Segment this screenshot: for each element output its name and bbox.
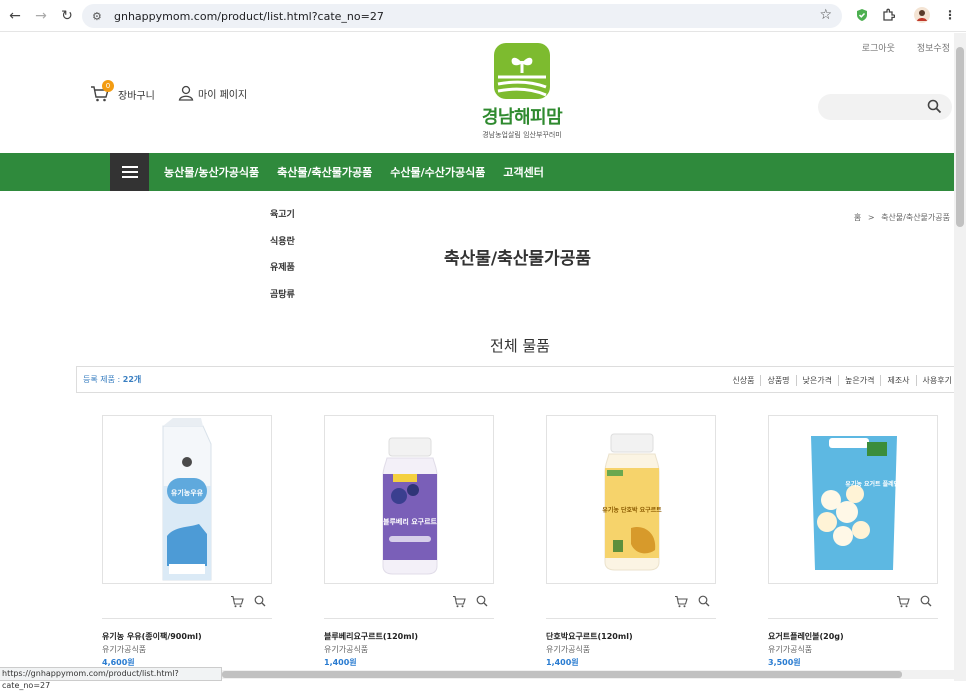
hamburger-menu-icon[interactable] <box>110 153 149 191</box>
product-name[interactable]: 유기농 우유(종이팩/900ml) <box>102 631 202 642</box>
site-info-icon[interactable]: ⚙ <box>92 10 108 23</box>
product-count-value: 22개 <box>122 375 142 384</box>
product-category: 유기가공식품 <box>324 645 369 654</box>
sort-maker[interactable]: 제조사 <box>880 375 915 386</box>
product-category: 유기가공식품 <box>768 645 813 654</box>
user-icon <box>178 85 194 101</box>
card-divider <box>546 618 716 619</box>
quick-view-zoom-icon[interactable] <box>476 595 488 607</box>
product-name[interactable]: 블루베리요구르트(120ml) <box>324 631 418 642</box>
vertical-scrollbar-thumb[interactable] <box>956 47 964 227</box>
subcategory-item[interactable]: 육고기 <box>270 207 295 234</box>
cart-label: 장바구니 <box>118 90 155 102</box>
browser-menu-icon[interactable]: ⋮ <box>942 7 958 23</box>
product-card[interactable]: 유기농우유 유기농 우유(종이팩/900ml) 유기가공식품 4,600원 <box>102 415 272 667</box>
logo-title: 경남해피맘 <box>481 107 563 128</box>
pumpkin-bottle-label: 유기농 단호박 요구르트 <box>602 506 662 514</box>
quick-view-zoom-icon[interactable] <box>698 595 710 607</box>
sort-low-price[interactable]: 낮은가격 <box>795 375 838 386</box>
product-price: 1,400원 <box>546 658 579 667</box>
subcategory-item[interactable]: 유제품 <box>270 260 295 287</box>
sort-reviews[interactable]: 사용후기 <box>915 375 958 386</box>
blueberry-bottle-label: 블루베리 요구르트 <box>383 517 438 526</box>
top-links: 로그아웃 정보수정 <box>862 41 950 54</box>
horizontal-scrollbar-thumb[interactable] <box>222 671 902 678</box>
product-name[interactable]: 단호박요구르트(120ml) <box>546 631 633 642</box>
profile-avatar-icon[interactable] <box>914 7 930 23</box>
extensions-puzzle-icon[interactable] <box>880 7 896 23</box>
yogurt-bag-label: 유기농 요거트 플레인볼 <box>845 480 905 488</box>
add-to-cart-icon[interactable] <box>230 595 244 608</box>
product-price: 3,500원 <box>768 658 801 667</box>
forward-icon[interactable]: → <box>30 5 52 27</box>
sort-new[interactable]: 신상품 <box>726 375 760 386</box>
add-to-cart-icon[interactable] <box>674 595 688 608</box>
subcategory-item[interactable]: 곰탕류 <box>270 287 295 314</box>
product-price: 1,400원 <box>324 658 357 667</box>
sort-name[interactable]: 상품명 <box>760 375 795 386</box>
bookmark-star-icon[interactable]: ☆ <box>819 7 832 23</box>
main-navigation: 농산물/농산가공식품 축산물/축산물가공품 수산물/수산가공식품 고객센터 <box>0 153 954 191</box>
cart-count-badge: 0 <box>102 80 114 92</box>
site-logo[interactable]: 경남해피맘 경남농업살림 임산부꾸러미 <box>474 43 570 140</box>
quick-view-zoom-icon[interactable] <box>920 595 932 607</box>
logout-link[interactable]: 로그아웃 <box>862 41 895 54</box>
nav-item-livestock[interactable]: 축산물/축산물가공품 <box>277 164 372 180</box>
quick-view-zoom-icon[interactable] <box>254 595 266 607</box>
breadcrumb-current[interactable]: 축산물/축산물가공품 <box>881 213 950 222</box>
product-image[interactable]: 유기농 단호박 요구르트 <box>546 415 716 584</box>
cart-link[interactable]: 0 장바구니 <box>90 80 155 103</box>
logo-subtitle: 경남농업살림 임산부꾸러미 <box>482 131 562 139</box>
browser-toolbar: ← → ↻ ⚙ gnhappymom.com/product/list.html… <box>0 0 966 32</box>
url-text: gnhappymom.com/product/list.html?cate_no… <box>114 9 384 23</box>
vertical-scrollbar[interactable] <box>954 33 966 681</box>
sort-high-price[interactable]: 높은가격 <box>838 375 880 386</box>
cart-icon: 0 <box>90 80 114 103</box>
breadcrumb: 홈 > 축산물/축산물가공품 <box>854 212 950 223</box>
product-count: 등록 제품 : 22개 <box>83 374 141 385</box>
sort-options: 신상품 상품명 낮은가격 높은가격 제조사 사용후기 <box>726 375 958 386</box>
card-divider <box>324 618 494 619</box>
site-header: 로그아웃 정보수정 0 장바구니 마이 페이지 경남해피맘 경남농업살림 임산부… <box>0 33 954 153</box>
search-input[interactable] <box>818 94 952 120</box>
product-image[interactable]: 유기농 요거트 플레인볼 <box>768 415 938 584</box>
card-divider <box>768 618 938 619</box>
product-image[interactable]: 유기농우유 <box>102 415 272 584</box>
card-divider <box>102 618 272 619</box>
page-title: 축산물/축산물가공품 <box>444 249 591 269</box>
product-card[interactable]: 유기농 단호박 요구르트 단호박요구르트(120ml) 유기가공식품 1,400… <box>546 415 716 667</box>
address-bar[interactable]: ⚙ gnhappymom.com/product/list.html?cate_… <box>82 4 842 28</box>
reload-icon[interactable]: ↻ <box>56 5 78 27</box>
breadcrumb-separator: > <box>867 213 875 222</box>
mypage-link[interactable]: 마이 페이지 <box>178 85 247 101</box>
subcategory-list: 육고기 식용란 유제품 곰탕류 <box>270 207 295 313</box>
product-image[interactable]: 블루베리 요구르트 <box>324 415 494 584</box>
mypage-label: 마이 페이지 <box>198 89 248 101</box>
product-count-label: 등록 제품 : <box>83 375 121 384</box>
back-icon[interactable]: ← <box>4 5 26 27</box>
nav-item-seafood[interactable]: 수산물/수산가공식품 <box>390 164 485 180</box>
add-to-cart-icon[interactable] <box>452 595 466 608</box>
add-to-cart-icon[interactable] <box>896 595 910 608</box>
horizontal-scrollbar[interactable] <box>222 670 954 679</box>
product-card[interactable]: 블루베리 요구르트 블루베리요구르트(120ml) 유기가공식품 1,400원 <box>324 415 494 667</box>
product-name[interactable]: 요거트플레인볼(20g) <box>768 631 844 642</box>
shield-extension-icon[interactable] <box>854 7 870 23</box>
section-title: 전체 물품 <box>490 337 550 355</box>
product-category: 유기가공식품 <box>546 645 591 654</box>
nav-item-agri[interactable]: 농산물/농산가공식품 <box>164 164 259 180</box>
product-filter-bar: 등록 제품 : 22개 신상품 상품명 낮은가격 높은가격 제조사 사용후기 <box>76 366 966 393</box>
nav-item-support[interactable]: 고객센터 <box>503 164 543 180</box>
search-icon[interactable] <box>927 99 942 114</box>
breadcrumb-home[interactable]: 홈 <box>854 213 861 222</box>
subcategory-item[interactable]: 식용란 <box>270 234 295 261</box>
product-card[interactable]: 유기농 요거트 플레인볼 요거트플레인볼(20g) 유기가공식품 3,500원 <box>768 415 938 667</box>
edit-profile-link[interactable]: 정보수정 <box>917 41 950 54</box>
status-bar-url: https://gnhappymom.com/product/list.html… <box>0 667 222 690</box>
logo-mark-icon <box>494 43 550 99</box>
product-category: 유기가공식품 <box>102 645 147 654</box>
milk-pack-label: 유기농우유 <box>171 488 204 497</box>
